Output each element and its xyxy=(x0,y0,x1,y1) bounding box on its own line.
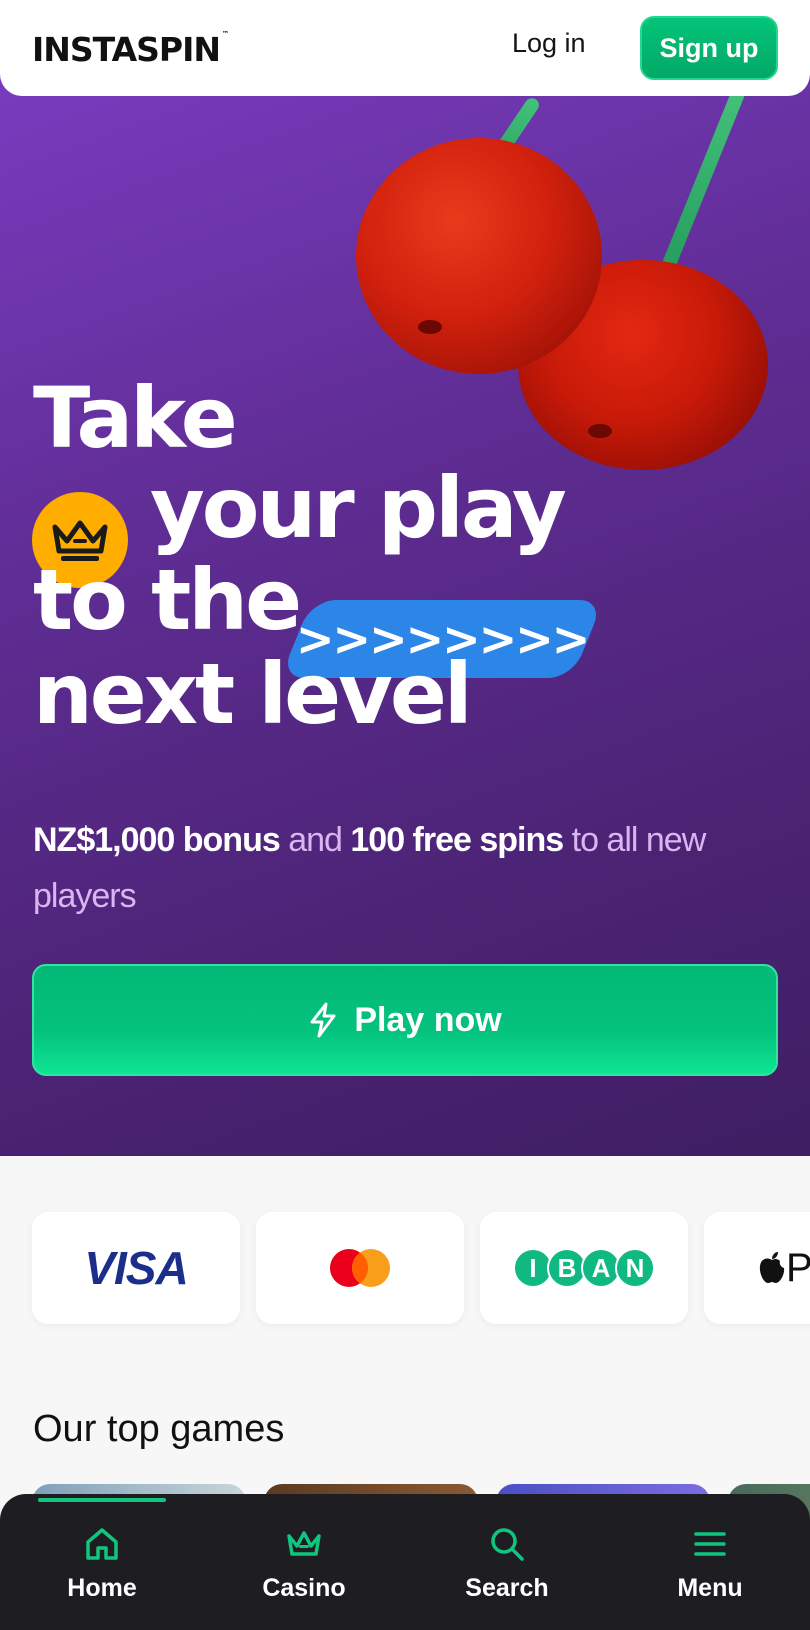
crown-icon xyxy=(287,1531,321,1556)
apple-icon xyxy=(759,1252,785,1283)
nav-menu-label: Menu xyxy=(677,1574,743,1602)
payment-card-applepay: Pay xyxy=(704,1212,810,1324)
nav-casino-label: Casino xyxy=(262,1574,346,1602)
active-tab-indicator xyxy=(38,1498,166,1502)
login-button[interactable]: Log in xyxy=(512,28,586,59)
nav-search[interactable]: Search xyxy=(407,1524,607,1603)
iban-logo: I B A N xyxy=(513,1248,655,1288)
hero-headline-line2: your play xyxy=(150,459,567,557)
nav-home[interactable]: Home xyxy=(2,1524,202,1603)
logo-tm: ™ xyxy=(222,30,229,38)
cherry-image xyxy=(356,138,602,374)
hero-subtext: NZ$1,000 bonus and 100 free spins to all… xyxy=(33,812,753,924)
play-now-button[interactable]: Play now xyxy=(32,964,778,1076)
bottom-navigation: Home Casino Search Menu xyxy=(0,1494,810,1630)
lightning-icon xyxy=(310,1002,336,1038)
visa-logo: VISA xyxy=(84,1242,188,1294)
nav-casino[interactable]: Casino xyxy=(204,1524,404,1603)
search-icon xyxy=(491,1528,524,1561)
nav-home-label: Home xyxy=(67,1574,137,1602)
play-now-label: Play now xyxy=(354,1000,502,1039)
apple-pay-text: Pay xyxy=(786,1245,810,1290)
subtext-and: and xyxy=(279,821,351,859)
menu-icon xyxy=(694,1532,726,1556)
top-header: INSTASPIN ™ Log in Sign up xyxy=(0,0,810,96)
payment-card-visa: VISA xyxy=(32,1212,240,1324)
iban-letter: N xyxy=(615,1248,655,1288)
hero-section: Take your play to the >>>>>>>> next leve… xyxy=(0,60,810,1156)
free-spins: 100 free spins xyxy=(350,821,564,859)
hero-headline-line4: next level xyxy=(33,645,473,743)
nav-search-label: Search xyxy=(465,1574,549,1602)
home-icon xyxy=(86,1528,118,1560)
mastercard-logo xyxy=(330,1249,390,1287)
nav-menu[interactable]: Menu xyxy=(610,1524,810,1603)
payment-methods: VISA I B A N Pay xyxy=(32,1212,810,1324)
instaspin-logo[interactable]: INSTASPIN ™ xyxy=(32,30,229,69)
page: Take your play to the >>>>>>>> next leve… xyxy=(0,0,810,1630)
bonus-amount: NZ$1,000 bonus xyxy=(33,821,281,859)
signup-button[interactable]: Sign up xyxy=(640,16,778,80)
payment-card-mastercard xyxy=(256,1212,464,1324)
hero-headline-line3: to the xyxy=(33,551,302,649)
payment-card-iban: I B A N xyxy=(480,1212,688,1324)
logo-text: INSTASPIN xyxy=(32,30,221,69)
top-games-title: Our top games xyxy=(33,1408,285,1450)
hero-headline-line1: Take xyxy=(33,369,238,467)
